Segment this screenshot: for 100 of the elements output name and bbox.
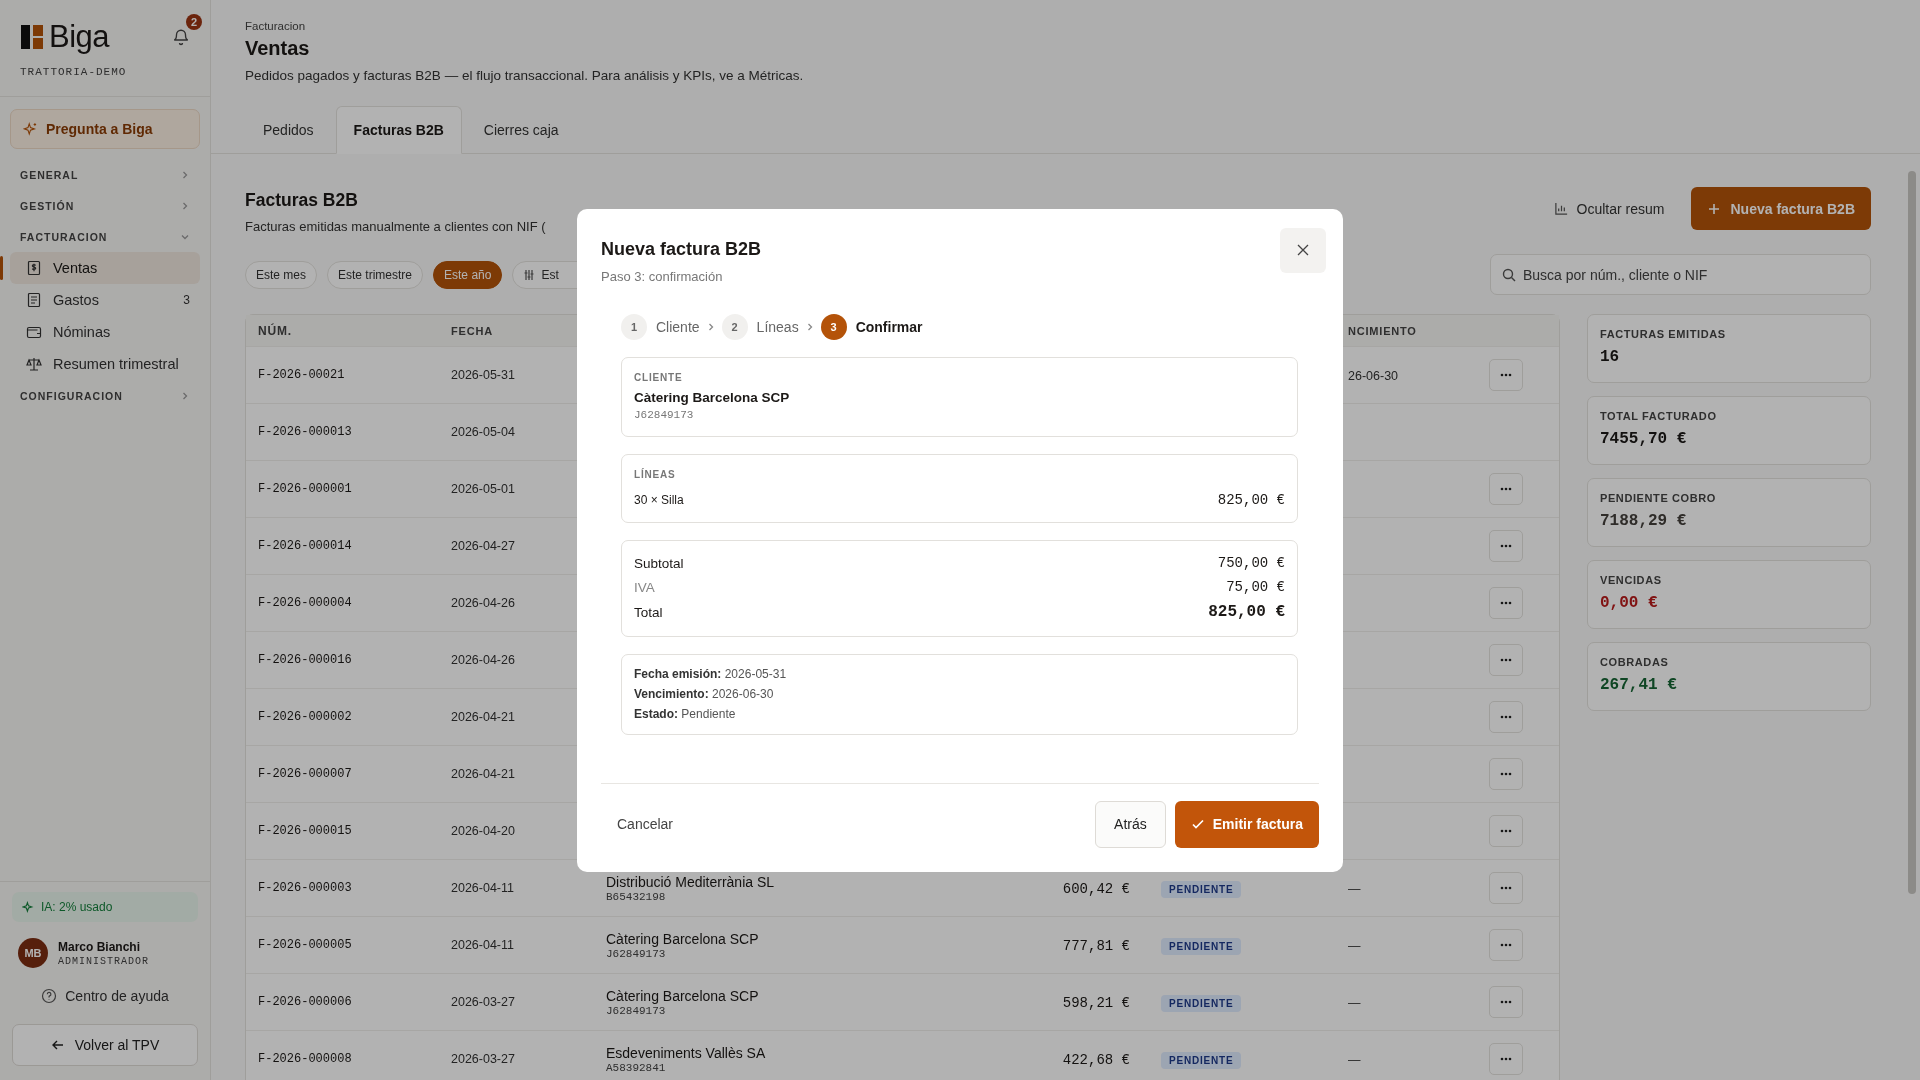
- more-icon[interactable]: [1489, 359, 1523, 391]
- more-icon[interactable]: [1489, 644, 1523, 676]
- more-icon[interactable]: [1489, 587, 1523, 619]
- cancel-button[interactable]: Cancelar: [601, 816, 690, 832]
- client-nif: J62849173: [606, 1004, 667, 1017]
- bar-chart-icon: [1553, 201, 1569, 216]
- ai-usage-text: IA: 2% usado: [41, 900, 113, 914]
- section-label[interactable]: CONFIGURACION: [20, 389, 123, 402]
- total-label: IVA: [634, 579, 655, 595]
- chevron-icon[interactable]: [180, 390, 190, 401]
- step-label: Cliente: [656, 318, 700, 335]
- invoice-date: 2026-04-11: [451, 881, 515, 895]
- line-amount: 825,00 €: [1217, 491, 1285, 508]
- nav-item[interactable]: Nóminas: [10, 316, 200, 348]
- chevron-icon[interactable]: [180, 200, 190, 211]
- detail-line: Estado: Pendiente: [634, 707, 737, 721]
- search-field[interactable]: Busca por núm., cliente o NIF: [1490, 254, 1871, 295]
- tab[interactable]: Pedidos: [245, 106, 332, 154]
- invoice-date: 2026-04-21: [451, 767, 516, 781]
- page-subtitle: Pedidos pagados y facturas B2B — el flujo transaccional. Para análisis y KPIs, ve a Métricas.: [245, 68, 805, 83]
- section-title: Facturas B2B: [245, 190, 359, 211]
- invoice-date: 2026-04-26: [451, 596, 516, 610]
- dialog-title: Nueva factura B2B: [601, 238, 762, 260]
- step-number: 3: [820, 313, 847, 340]
- column-header: NCIMIENTO: [1348, 324, 1418, 337]
- help-link[interactable]: Centro de ayuda: [41, 988, 169, 1004]
- notification-count: 2: [186, 14, 202, 30]
- section-label[interactable]: FACTURACION: [20, 230, 108, 243]
- step-label: Confirmar: [855, 318, 923, 335]
- invoice-number: F-2026-000003: [257, 881, 353, 895]
- client-nif: J62849173: [606, 947, 667, 960]
- help-icon: [41, 988, 58, 1004]
- invoice-date: 2026-05-31: [451, 368, 516, 382]
- document-icon: [26, 292, 42, 308]
- more-icon[interactable]: [1489, 872, 1523, 904]
- more-icon[interactable]: [1489, 986, 1523, 1018]
- invoice-number: F-2026-000007: [257, 767, 353, 781]
- more-icon[interactable]: [1489, 473, 1523, 505]
- more-icon[interactable]: [1489, 929, 1523, 961]
- section-subtitle: Facturas emitidas manualmente a clientes con NIF (: [245, 219, 546, 234]
- toggle-summary-button[interactable]: Ocultar resum: [1547, 199, 1671, 218]
- total-value: 825,00 €: [1208, 603, 1285, 621]
- new-invoice-button[interactable]: Nueva factura B2B: [1690, 187, 1871, 230]
- tab[interactable]: Facturas B2B: [335, 106, 462, 154]
- filter-chip[interactable]: Este mes: [245, 260, 317, 289]
- invoice-number: F-2026-000013: [257, 425, 353, 439]
- chevron-icon: [706, 321, 715, 332]
- sparkle-icon: [22, 900, 35, 914]
- invoice-date: 2026-03-27: [451, 1052, 516, 1066]
- nav-item[interactable]: Gastos 3: [10, 284, 200, 316]
- section-label[interactable]: GESTIÓN: [20, 199, 75, 212]
- issue-invoice-button[interactable]: Emitir factura: [1174, 800, 1319, 848]
- column-header: FECHA: [451, 324, 494, 337]
- wallet-icon: [26, 324, 42, 340]
- invoice-date: 2026-04-26: [451, 653, 516, 667]
- more-icon[interactable]: [1489, 815, 1523, 847]
- invoice-amount: 598,21 €: [1062, 995, 1130, 1011]
- ask-assistant-button[interactable]: Pregunta a Biga: [10, 109, 200, 149]
- invoice-amount: 777,81 €: [1062, 938, 1130, 954]
- invoice-amount: 422,68 €: [1062, 1052, 1130, 1068]
- filter-chip[interactable]: Este trimestre: [327, 260, 424, 289]
- invoice-date: 2026-05-04: [451, 425, 516, 439]
- scrollbar[interactable]: [1908, 171, 1916, 894]
- sliders-icon: [523, 268, 536, 281]
- card-value: 7455,70 €: [1600, 430, 1688, 448]
- nav-item[interactable]: Resumen trimestral: [10, 348, 200, 380]
- line-description: 30 × Silla: [634, 492, 684, 507]
- filter-chip[interactable]: Este año: [433, 260, 503, 289]
- tab[interactable]: Cierres caja: [465, 106, 577, 154]
- more-icon[interactable]: [1489, 701, 1523, 733]
- due-date: —: [1348, 882, 1361, 896]
- due-date: —: [1348, 939, 1361, 953]
- page-title: Ventas: [245, 37, 311, 60]
- close-icon[interactable]: [1280, 227, 1326, 273]
- more-icon[interactable]: [1489, 758, 1523, 790]
- client-nif: A58392841: [606, 1061, 667, 1074]
- status-badge: PENDIENTE: [1161, 881, 1242, 898]
- step-number: 1: [621, 313, 647, 340]
- invoice-date: 2026-03-27: [451, 995, 516, 1009]
- invoice-number: F-2026-000001: [257, 482, 353, 496]
- invoice-number: F-2026-000006: [257, 995, 353, 1009]
- user-avatar: MB: [18, 938, 48, 968]
- chevron-icon[interactable]: [180, 169, 190, 180]
- more-icon[interactable]: [1489, 530, 1523, 562]
- nav-item-label: Nóminas: [53, 324, 111, 340]
- invoice-date: 2026-04-21: [451, 710, 516, 724]
- bell-icon: [172, 28, 190, 46]
- card-label: COBRADAS: [1600, 656, 1670, 668]
- invoice-number: F-2026-000015: [257, 824, 353, 838]
- invoice-date: 2026-04-11: [451, 938, 515, 952]
- back-button[interactable]: Volver al TPV: [12, 1024, 198, 1066]
- invoice-number: F-2026-000002: [257, 710, 353, 724]
- more-icon[interactable]: [1489, 1043, 1523, 1075]
- status-badge: PENDIENTE: [1161, 938, 1242, 955]
- step-number: 2: [721, 313, 748, 340]
- section-label[interactable]: GENERAL: [20, 168, 79, 181]
- total-value: 75,00 €: [1226, 579, 1285, 595]
- card-label: VENCIDAS: [1600, 574, 1663, 586]
- nav-item-label: Gastos: [53, 292, 99, 308]
- back-button[interactable]: Atrás: [1095, 800, 1166, 848]
